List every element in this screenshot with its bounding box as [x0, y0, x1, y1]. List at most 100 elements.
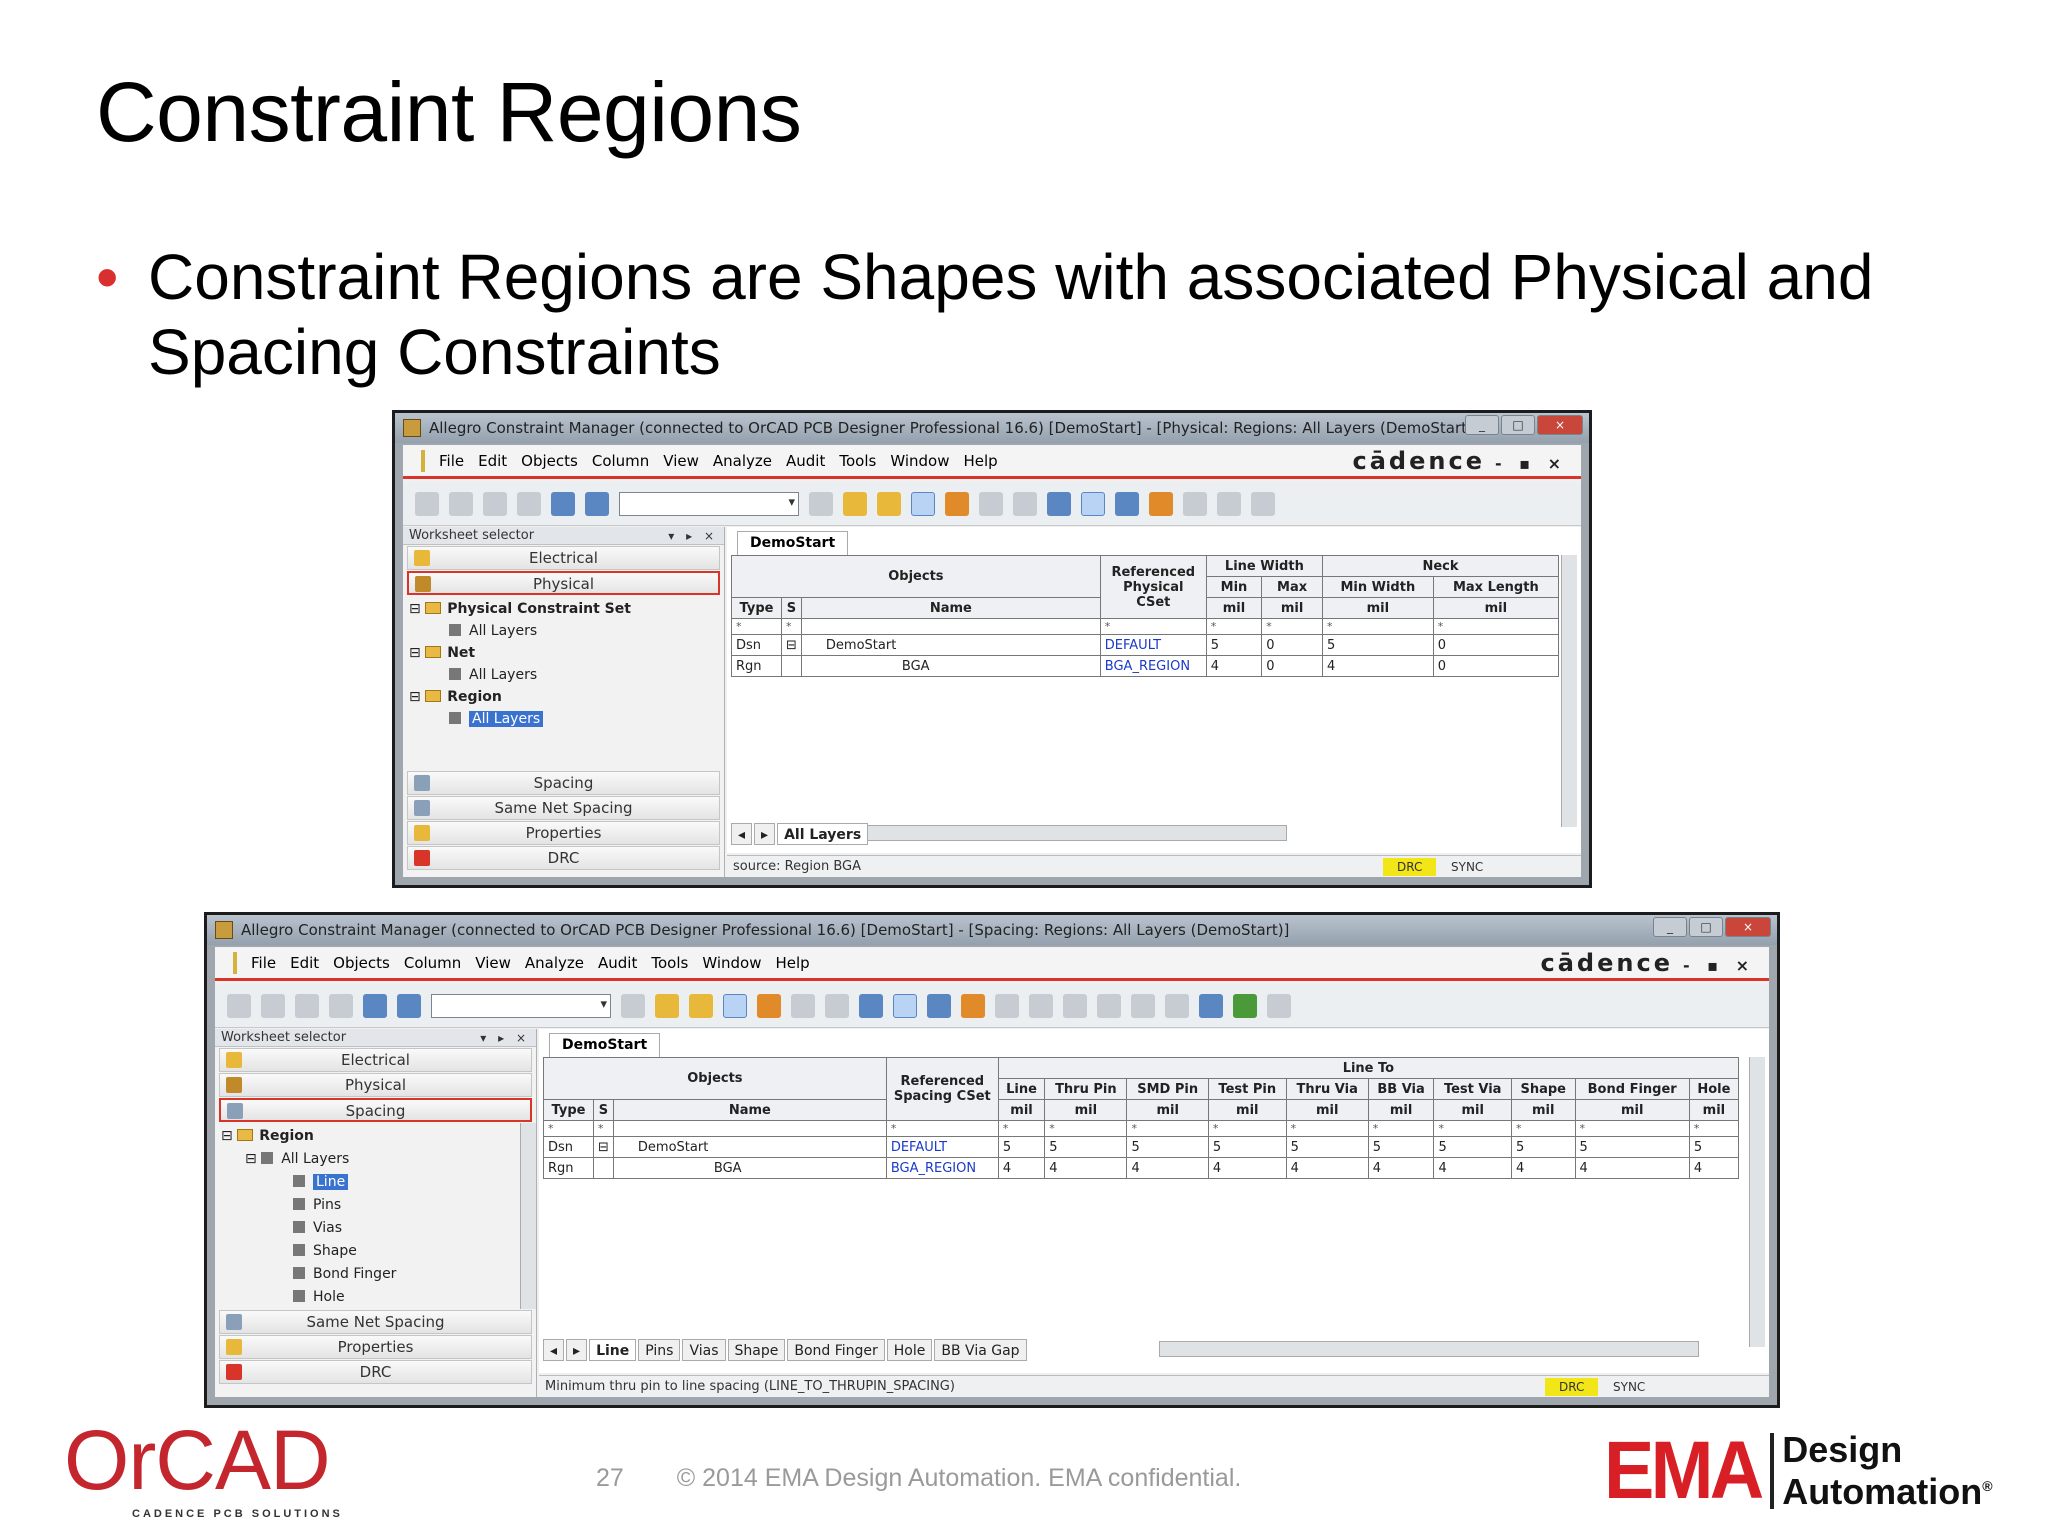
selector-controls[interactable]: ▾ ▸ ×: [668, 527, 718, 545]
cell-type[interactable]: Dsn: [543, 1136, 594, 1158]
sheet-tab-line[interactable]: Line: [589, 1339, 637, 1361]
menu-edit[interactable]: Edit: [478, 445, 507, 476]
analyze-icon[interactable]: [757, 993, 781, 1018]
filter4-icon[interactable]: [1097, 993, 1121, 1018]
menu-column[interactable]: Column: [592, 445, 649, 476]
add-object-icon[interactable]: [843, 491, 867, 516]
tree-node-selected[interactable]: All Layers: [409, 708, 718, 730]
tab-scroll-left-icon[interactable]: ◂: [731, 823, 753, 845]
cell-type[interactable]: Dsn: [731, 634, 782, 656]
menu-tools[interactable]: Tools: [651, 947, 688, 978]
window-titlebar[interactable]: Allegro Constraint Manager (connected to…: [395, 413, 1589, 443]
same-net-spacing-button[interactable]: Same Net Spacing: [219, 1310, 532, 1334]
filter3-icon[interactable]: [1063, 993, 1087, 1018]
sheet-tab-pins[interactable]: Pins: [638, 1339, 681, 1361]
filter-icon[interactable]: [1183, 491, 1207, 516]
paste-icon[interactable]: [517, 491, 541, 516]
cell-value[interactable]: 4: [1285, 1157, 1369, 1179]
tab-demostart[interactable]: DemoStart: [737, 531, 849, 555]
table-row[interactable]: Dsn ⊟ DemoStart DEFAULT 5 5 5 5 5 5 5 5 …: [543, 1136, 1740, 1158]
filter3-icon[interactable]: [1251, 491, 1275, 516]
cell-value[interactable]: 5: [1688, 1136, 1740, 1158]
worksheet-icon[interactable]: [723, 993, 747, 1018]
menu-analyze[interactable]: Analyze: [525, 947, 584, 978]
find-icon[interactable]: [397, 993, 421, 1018]
sun-icon[interactable]: [1081, 491, 1105, 516]
cell-ref[interactable]: BGA_REGION: [1099, 655, 1207, 677]
cell-value[interactable]: 0: [1261, 634, 1323, 656]
minimize-button[interactable]: _: [1653, 917, 1687, 937]
cell-value[interactable]: 5: [997, 1136, 1046, 1158]
cell-type[interactable]: Rgn: [543, 1157, 594, 1179]
copy-icon[interactable]: [295, 993, 319, 1018]
tree-node[interactable]: Shape: [221, 1240, 530, 1263]
cut-icon[interactable]: [449, 491, 473, 516]
pencil-icon[interactable]: [621, 993, 645, 1018]
cell-value[interactable]: 5: [1207, 1136, 1287, 1158]
electrical-button[interactable]: Electrical: [407, 546, 720, 570]
paste-icon[interactable]: [329, 993, 353, 1018]
properties-button[interactable]: Properties: [407, 821, 720, 845]
same-net-spacing-button[interactable]: Same Net Spacing: [407, 796, 720, 820]
menu-window[interactable]: Window: [702, 947, 761, 978]
filter7-icon[interactable]: [1199, 993, 1223, 1018]
cell-ref[interactable]: DEFAULT: [1099, 634, 1207, 656]
cell-value[interactable]: 0: [1261, 655, 1323, 677]
cell-name[interactable]: DemoStart: [612, 1136, 887, 1158]
vertical-scrollbar[interactable]: [1561, 555, 1577, 827]
add-group-icon[interactable]: [689, 993, 713, 1018]
tree-node[interactable]: ⊟ Region: [221, 1125, 530, 1148]
horizontal-scrollbar[interactable]: [1159, 1341, 1699, 1357]
filter6-icon[interactable]: [1165, 993, 1189, 1018]
menu-audit[interactable]: Audit: [786, 445, 825, 476]
maximize-button[interactable]: □: [1501, 415, 1535, 435]
tree-node[interactable]: Hole: [221, 1286, 530, 1309]
cell-value[interactable]: 4: [1321, 655, 1434, 677]
menu-audit[interactable]: Audit: [598, 947, 637, 978]
cell-value[interactable]: 4: [1688, 1157, 1740, 1179]
cell-name[interactable]: BGA: [612, 1157, 887, 1179]
tab-demostart[interactable]: DemoStart: [549, 1033, 661, 1057]
filter-icon[interactable]: [995, 993, 1019, 1018]
menu-view[interactable]: View: [663, 445, 699, 476]
spacing-button[interactable]: Spacing: [219, 1098, 532, 1122]
cell-name[interactable]: BGA: [800, 655, 1101, 677]
spacing-button[interactable]: Spacing: [407, 771, 720, 795]
cell-s[interactable]: [781, 655, 802, 677]
physical-button[interactable]: Physical: [219, 1073, 532, 1097]
cell-value[interactable]: 5: [1126, 1136, 1209, 1158]
cell-value[interactable]: 4: [1044, 1157, 1128, 1179]
sheet-tab-vias[interactable]: Vias: [682, 1339, 726, 1361]
tree-node[interactable]: ⊟ Net: [409, 642, 718, 664]
cell-value[interactable]: 4: [997, 1157, 1046, 1179]
print-icon[interactable]: [227, 993, 251, 1018]
object-combo[interactable]: [431, 993, 611, 1018]
window-icon[interactable]: [927, 993, 951, 1018]
cell-value[interactable]: 4: [1126, 1157, 1209, 1179]
cell-value[interactable]: 4: [1433, 1157, 1512, 1179]
worksheet-icon[interactable]: [911, 491, 935, 516]
back-icon[interactable]: [1233, 993, 1257, 1018]
cell-s[interactable]: ⊟: [781, 634, 802, 656]
tree-node[interactable]: Vias: [221, 1217, 530, 1240]
properties-button[interactable]: Properties: [219, 1335, 532, 1359]
window-titlebar[interactable]: Allegro Constraint Manager (connected to…: [207, 915, 1777, 945]
sheet-tab-shape[interactable]: Shape: [727, 1339, 786, 1361]
menu-objects[interactable]: Objects: [521, 445, 578, 476]
electrical-button[interactable]: Electrical: [219, 1048, 532, 1072]
menu-analyze[interactable]: Analyze: [713, 445, 772, 476]
cell-value[interactable]: 5: [1367, 1136, 1435, 1158]
add-group-icon[interactable]: [877, 491, 901, 516]
menu-file[interactable]: File: [251, 947, 276, 978]
cell-value[interactable]: 5: [1321, 634, 1434, 656]
find-icon[interactable]: [585, 491, 609, 516]
cell-value[interactable]: 5: [1510, 1136, 1576, 1158]
tree-node[interactable]: ⊟ Physical Constraint Set: [409, 598, 718, 620]
tree-node[interactable]: All Layers: [409, 664, 718, 686]
cell-value[interactable]: 4: [1574, 1157, 1690, 1179]
ecset-icon[interactable]: [1013, 491, 1037, 516]
maximize-button[interactable]: □: [1689, 917, 1723, 937]
add-object-icon[interactable]: [655, 993, 679, 1018]
cell-name[interactable]: DemoStart: [800, 634, 1101, 656]
tree-node[interactable]: ⊟ All Layers: [221, 1148, 530, 1171]
